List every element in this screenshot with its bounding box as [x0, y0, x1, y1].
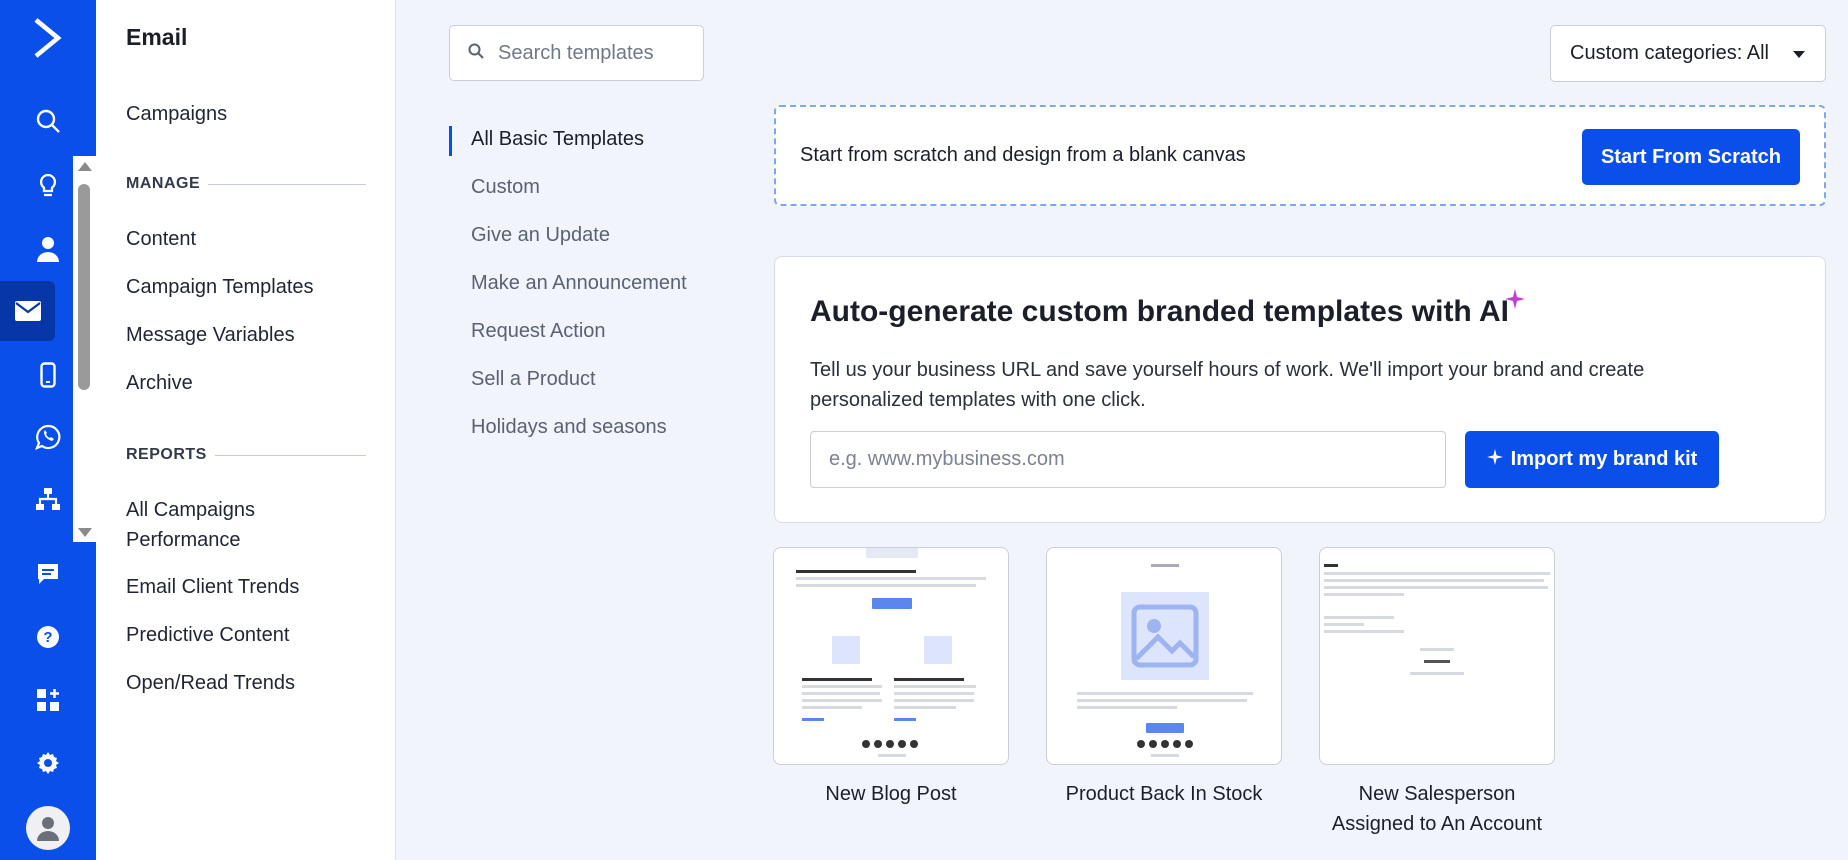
section-reports: REPORTS: [126, 446, 366, 464]
apps-icon[interactable]: [24, 676, 72, 724]
help-icon[interactable]: ?: [24, 613, 72, 661]
template-thumbnail[interactable]: [1319, 547, 1555, 765]
template-card-new-salesperson[interactable]: New Salesperson Assigned to An Account: [1319, 547, 1555, 839]
icon-rail: ?: [0, 0, 96, 860]
whatsapp-icon[interactable]: [24, 413, 72, 461]
template-thumbnail[interactable]: [773, 547, 1009, 765]
logo-icon[interactable]: [24, 14, 72, 62]
secondary-sidebar: Email Campaigns MANAGE Content Campaign …: [96, 0, 396, 860]
sidebar-item-campaign-templates[interactable]: Campaign Templates: [126, 272, 314, 302]
sidebar-item-archive[interactable]: Archive: [126, 368, 193, 398]
business-url-field[interactable]: [810, 431, 1446, 488]
import-brand-kit-button[interactable]: Import my brand kit: [1465, 431, 1719, 488]
sidebar-title: Email: [126, 24, 188, 50]
sidebar-item-message-variables[interactable]: Message Variables: [126, 320, 295, 350]
start-from-scratch-panel: Start from scratch and design from a bla…: [774, 105, 1826, 206]
automation-icon[interactable]: [24, 475, 72, 523]
category-all-basic-templates[interactable]: All Basic Templates: [471, 128, 644, 151]
sidebar-item-campaigns[interactable]: Campaigns: [126, 99, 227, 129]
rail-scrollbar[interactable]: [73, 156, 96, 542]
sidebar-item-content[interactable]: Content: [126, 224, 196, 254]
template-name: Product Back In Stock: [1065, 783, 1263, 805]
business-url-input[interactable]: [829, 448, 1429, 471]
email-icon[interactable]: [0, 281, 55, 341]
scroll-up-arrow-icon[interactable]: [78, 162, 92, 171]
ai-panel-title: Auto-generate custom branded templates w…: [810, 295, 1509, 328]
active-indicator: [449, 126, 452, 156]
custom-categories-dropdown[interactable]: Custom categories: All: [1550, 25, 1826, 82]
avatar-icon[interactable]: [26, 806, 70, 850]
ai-panel-description: Tell us your business URL and save yours…: [810, 359, 1645, 411]
category-give-an-update[interactable]: Give an Update: [471, 224, 610, 247]
contact-icon[interactable]: [24, 225, 72, 273]
start-from-scratch-button[interactable]: Start From Scratch: [1582, 129, 1800, 185]
search-input[interactable]: [498, 41, 688, 65]
section-manage-label: MANAGE: [126, 175, 201, 192]
sparkle-icon: [1486, 448, 1503, 471]
chevron-down-icon: [1793, 51, 1805, 58]
import-brand-kit-label: Import my brand kit: [1510, 448, 1698, 470]
search-icon: [468, 43, 484, 64]
custom-categories-label: Custom categories: All: [1570, 42, 1769, 64]
image-placeholder-icon: [924, 636, 952, 664]
settings-icon[interactable]: [24, 739, 72, 787]
template-name: New Blog Post: [825, 783, 957, 805]
mobile-icon[interactable]: [24, 351, 72, 399]
section-reports-label: REPORTS: [126, 446, 207, 463]
sparkle-icon: [1505, 289, 1525, 314]
ai-brand-kit-panel: Auto-generate custom branded templates w…: [774, 256, 1826, 523]
sidebar-item-predictive-content[interactable]: Predictive Content: [126, 620, 289, 650]
lightbulb-icon[interactable]: [24, 162, 72, 210]
scrollbar-thumb[interactable]: [78, 184, 90, 390]
template-card-product-back-in-stock[interactable]: Product Back In Stock: [1046, 547, 1282, 809]
image-placeholder-icon: [832, 636, 860, 664]
template-name: New Salesperson Assigned to An Account: [1331, 783, 1543, 835]
scroll-down-arrow-icon[interactable]: [78, 528, 92, 537]
template-thumbnail[interactable]: [1046, 547, 1282, 765]
category-make-an-announcement[interactable]: Make an Announcement: [471, 272, 687, 295]
category-request-action[interactable]: Request Action: [471, 320, 606, 343]
sidebar-item-all-campaigns-performance[interactable]: All Campaigns Performance: [126, 495, 296, 555]
sidebar-item-open-read-trends[interactable]: Open/Read Trends: [126, 668, 295, 698]
image-placeholder-icon: [1121, 592, 1209, 680]
search-icon[interactable]: [24, 97, 72, 145]
sidebar-item-email-client-trends[interactable]: Email Client Trends: [126, 572, 299, 602]
chat-icon[interactable]: [24, 550, 72, 598]
category-holidays-and-seasons[interactable]: Holidays and seasons: [471, 416, 667, 439]
category-sell-a-product[interactable]: Sell a Product: [471, 368, 596, 391]
section-manage: MANAGE: [126, 175, 366, 193]
category-custom[interactable]: Custom: [471, 176, 540, 199]
scratch-description: Start from scratch and design from a bla…: [800, 144, 1246, 166]
search-box[interactable]: [449, 25, 704, 81]
template-card-new-blog-post[interactable]: New Blog Post: [773, 547, 1009, 809]
svg-text:?: ?: [43, 629, 52, 646]
